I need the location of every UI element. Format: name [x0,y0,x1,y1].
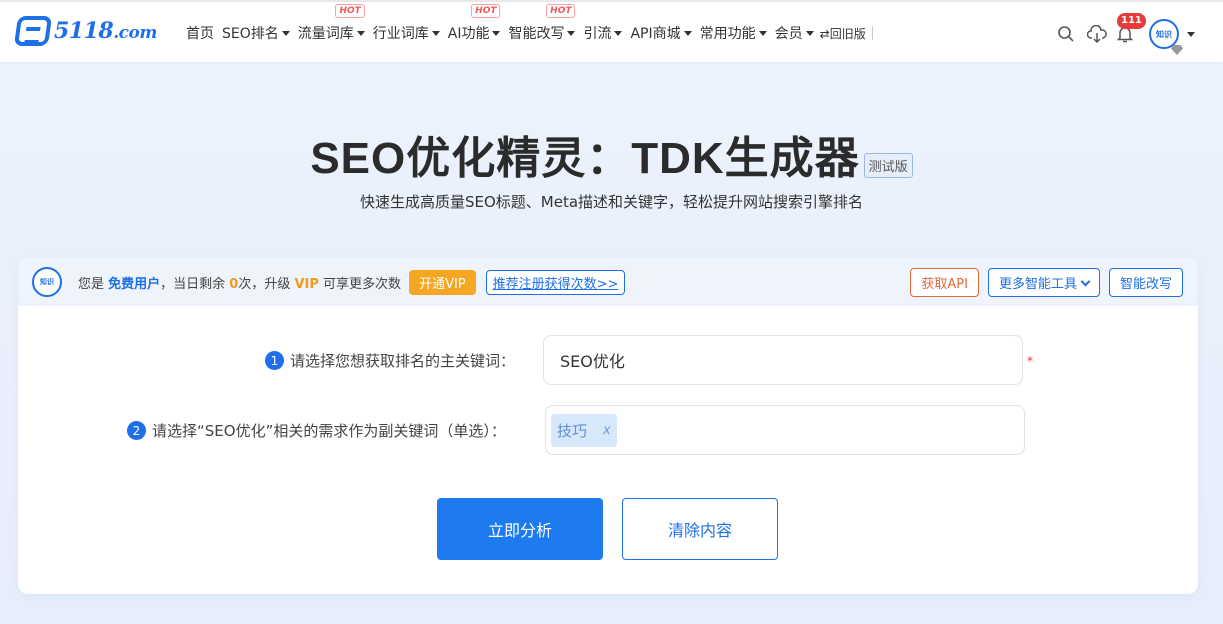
old-version-link[interactable]: ⇄回旧版 [820,25,866,42]
tag-close-icon[interactable]: x [603,423,611,438]
logo-text: 5118 [54,18,114,44]
get-api-button[interactable]: 获取API [910,268,979,297]
card-header: 知识 您是 免费用户，当日剩余 0次，升级 VIP 可享更多次数 开通VIP 推… [18,258,1198,306]
chevron-down-icon [1080,276,1091,287]
step2-text: 请选择“SEO优化”相关的需求作为副关键词（单选）： [152,422,506,440]
clear-button[interactable]: 清除内容 [622,498,778,560]
remain-prefix: ，当日剩余 [160,276,230,292]
nav-item-label: 常用功能 [699,26,756,42]
caret-down-icon [431,30,440,36]
nav-item-1[interactable]: SEO排名 [222,23,290,43]
nav-item-4[interactable]: AI功能 HOT [447,4,501,43]
brand-badge-text: 知识 [40,278,54,286]
vip-diamond-icon [1171,45,1183,55]
tool-card: 知识 您是 免费用户，当日剩余 0次，升级 VIP 可享更多次数 开通VIP 推… [18,258,1198,594]
top-navbar: 5118.com 首页 SEO排名 流量词库 HOT 行业词库 AI功能 HOT 智能改写 HO… [0,0,1223,62]
caret-down-icon [614,30,623,36]
nav-item-3[interactable]: 行业词库 [373,23,440,43]
search-icon[interactable] [1057,25,1075,43]
nav-item-label: 引流 [583,26,612,42]
user-type: 免费用户 [108,276,161,292]
more-text: 可享更多次数 [318,276,402,292]
keyword-tag-label: 技巧 [557,421,588,440]
nav-item-0[interactable]: 首页 [186,23,214,43]
caret-down-icon [356,30,365,36]
brand-badge-icon: 知识 [32,267,62,297]
remain-suffix: 次，升级 [238,276,295,292]
nav-item-label: SEO排名 [222,26,279,42]
remain-count: 0 [229,276,239,292]
nav-item-7[interactable]: API商城 [630,23,692,43]
caret-down-icon [567,30,576,36]
hot-badge: HOT [471,4,501,18]
nav-divider [871,26,873,40]
step2-label: 2 请选择“SEO优化”相关的需求作为副关键词（单选）： [127,420,506,441]
nav-item-6[interactable]: 引流 [583,23,623,43]
caret-down-icon [805,30,814,36]
logo-icon [13,16,53,46]
nav-item-8[interactable]: 常用功能 [700,23,767,43]
hot-badge: HOT [335,4,365,18]
step1-number: 1 [265,351,284,370]
bell-icon[interactable]: 111 [1116,13,1146,43]
step2-number: 2 [127,421,146,440]
nav-item-label: API商城 [630,26,681,42]
vip-word: VIP [294,276,319,292]
logo-suffix: .com [113,23,157,43]
card-header-actions: 获取API 更多智能工具 智能改写 [901,268,1183,297]
nav-item-5[interactable]: 智能改写 HOT [508,4,576,43]
smart-rewrite-button[interactable]: 智能改写 [1108,268,1183,297]
caret-down-icon [758,30,767,36]
secondary-keyword-select[interactable]: 技巧 x [545,405,1025,455]
keyword-tag: 技巧 x [551,413,617,447]
cloud-download-icon[interactable] [1086,24,1107,44]
step1-label: 1 请选择您想获取排名的主关键词： [265,350,515,371]
avatar[interactable]: 知识 [1149,19,1183,55]
nav-item-2[interactable]: 流量词库 HOT [297,4,365,43]
nav-item-label: 首页 [186,26,214,42]
step1-text: 请选择您想获取排名的主关键词： [290,352,516,370]
header-actions: 111 知识 [1045,13,1195,55]
nav-item-label: AI功能 [447,26,490,42]
main-keyword-input[interactable]: SEO优化 [543,335,1023,385]
site-logo[interactable]: 5118.com [13,16,157,46]
register-reward-link[interactable]: 推荐注册获得次数>> [485,269,626,295]
required-marker: * [1027,354,1033,368]
analyze-button[interactable]: 立即分析 [437,498,603,560]
open-vip-button[interactable]: 开通VIP [409,269,476,295]
avatar-chevron-down-icon[interactable] [1187,31,1195,37]
nav-item-label: 智能改写 [508,26,565,42]
hot-badge: HOT [546,4,576,18]
more-tools-label: 更多智能工具 [998,277,1077,292]
nav-item-label: 行业词库 [372,26,429,42]
more-tools-button[interactable]: 更多智能工具 [987,268,1100,297]
nav-item-label: 会员 [774,26,803,42]
notification-badge: 111 [1117,13,1146,29]
caret-down-icon [492,30,501,36]
user-prefix: 您是 [78,276,109,292]
page-title: SEO优化精灵：TDK生成器 测试版 [0,122,1223,186]
caret-down-icon [281,30,290,36]
user-status: 您是 免费用户，当日剩余 0次，升级 VIP 可享更多次数 [78,273,401,292]
nav-item-label: 流量词库 [297,26,354,42]
nav-item-9[interactable]: 会员 [775,23,814,43]
page-subtitle: 快速生成高质量SEO标题、Meta描述和关键字，轻松提升网站搜索引擎排名 [359,193,864,211]
main-nav: 首页 SEO排名 流量词库 HOT 行业词库 AI功能 HOT 智能改写 HOT 引流 API商城 常… [186,2,873,64]
beta-badge: 测试版 [863,152,913,178]
avatar-text: 知识 [1156,29,1172,39]
page-title-text: SEO优化精灵：TDK生成器 [310,134,860,183]
caret-down-icon [683,30,692,36]
